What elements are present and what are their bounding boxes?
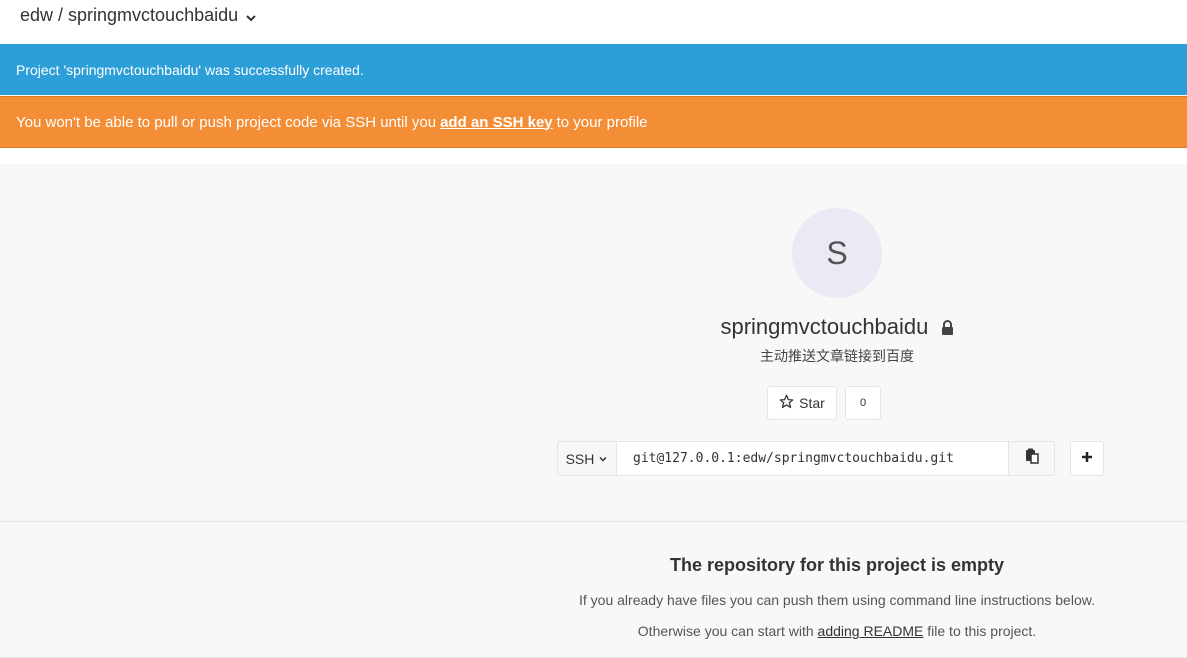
project-home-panel: S springmvctouchbaidu 主动推送文章链接到百度 Star 0… [0,164,1187,522]
star-label: Star [799,395,825,411]
chevron-down-icon [598,451,608,467]
project-breadcrumb[interactable]: edw / springmvctouchbaidu [20,5,258,26]
clone-url-input[interactable] [616,441,1009,476]
chevron-down-icon [244,9,258,23]
flash-notice: Project 'springmvctouchbaidu' was succes… [0,44,1187,95]
top-header: edw / springmvctouchbaidu [0,0,1187,44]
project-description: 主动推送文章链接到百度 [760,348,914,364]
protocol-label: SSH [565,450,595,467]
readme-hint-prefix: Otherwise you can start with [637,623,814,639]
lock-icon [941,315,954,341]
flash-notice-text: Project 'springmvctouchbaidu' was succes… [16,61,364,78]
project-title: springmvctouchbaidu [600,314,1074,341]
empty-repo-title: The repository for this project is empty [669,555,1005,575]
star-button[interactable]: Star [767,386,837,420]
add-button[interactable] [1070,441,1104,476]
copy-url-button[interactable] [1008,441,1055,476]
readme-hint-suffix: file to this project. [927,623,1037,639]
clipboard-icon [1024,448,1040,469]
flash-warning-prefix: You won't be able to pull or push projec… [16,113,437,131]
plus-icon [1081,450,1093,468]
clone-protocol-dropdown[interactable]: SSH [557,441,617,476]
project-name: springmvctouchbaidu [720,314,929,339]
project-avatar: S [792,208,882,298]
add-ssh-key-link[interactable]: add an SSH key [440,114,553,131]
breadcrumb-text: edw / springmvctouchbaidu [20,5,239,25]
flash-warning: You won't be able to pull or push projec… [0,96,1187,148]
empty-repository-section: The repository for this project is empty… [0,522,1187,658]
star-count[interactable]: 0 [845,386,881,420]
flash-warning-suffix: to your profile [556,113,648,131]
adding-readme-link[interactable]: adding README [818,623,924,639]
empty-repo-instructions: If you already have files you can push t… [579,592,1095,608]
empty-repo-readme-hint: Otherwise you can start with adding READ… [520,623,1154,639]
star-outline-icon [779,394,794,412]
avatar-letter: S [826,234,848,271]
